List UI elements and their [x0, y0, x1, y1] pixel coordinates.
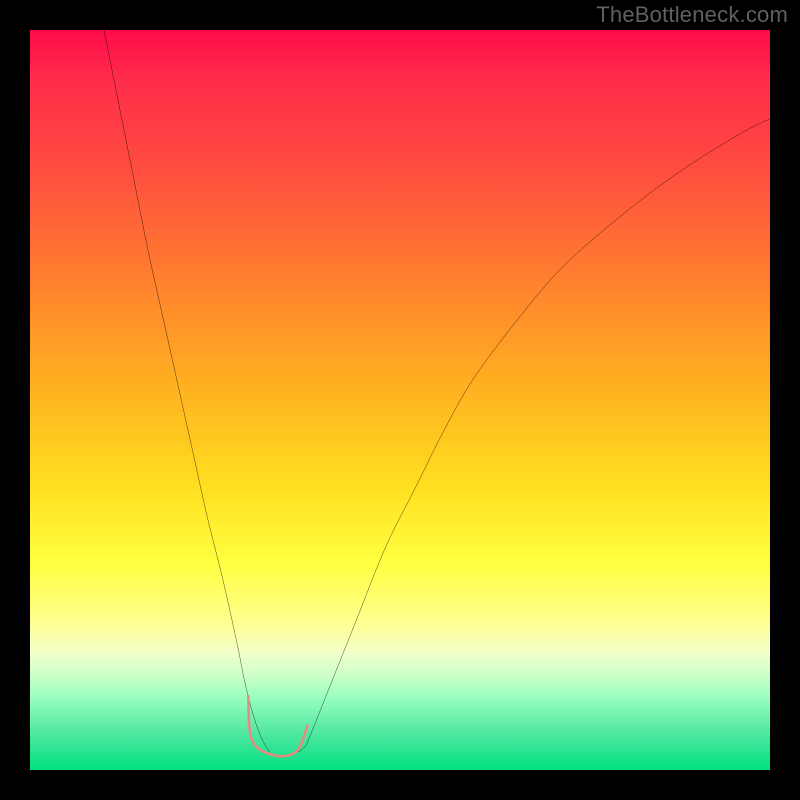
watermark-text: TheBottleneck.com	[596, 2, 788, 28]
curve-svg	[30, 30, 770, 770]
bottleneck-curve	[104, 30, 770, 756]
optimal-region-marker	[248, 696, 307, 756]
plot-area	[30, 30, 770, 770]
chart-container: TheBottleneck.com	[0, 0, 800, 800]
